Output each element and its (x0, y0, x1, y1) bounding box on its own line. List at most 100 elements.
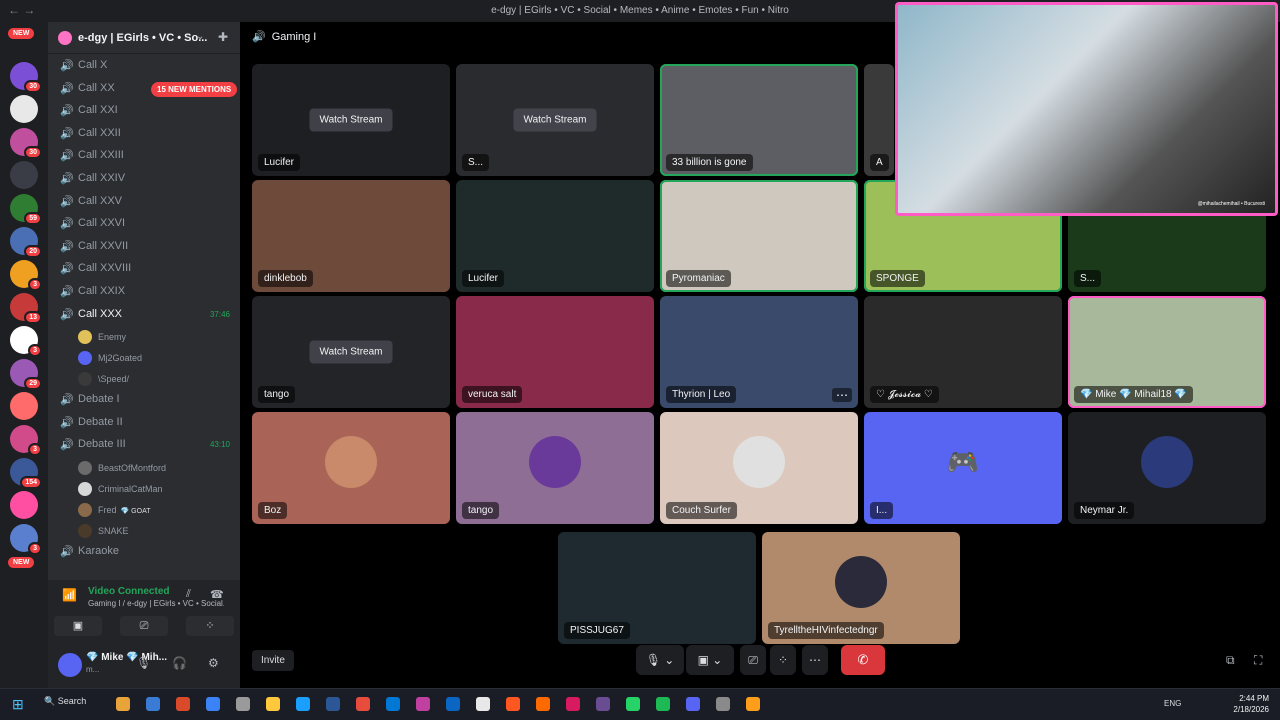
participant-tile[interactable]: Thyrion | Leo ⋯ (660, 296, 858, 408)
voice-member[interactable]: Mj2Goated (78, 348, 228, 368)
camera-button[interactable]: ▣ (54, 616, 102, 636)
taskbar-app-icon[interactable] (326, 697, 340, 711)
taskbar-app-icon[interactable] (296, 697, 310, 711)
voice-member[interactable]: Enemy (78, 327, 228, 347)
taskbar-app-icon[interactable] (746, 697, 760, 711)
taskbar-app-icon[interactable] (116, 697, 130, 711)
microphone-toggle[interactable]: 🎙 ⌄ (636, 645, 684, 675)
server-icon[interactable] (10, 491, 38, 519)
voice-status[interactable]: Video Connected (88, 586, 170, 597)
participant-tile[interactable]: Boz (252, 412, 450, 524)
participant-tile[interactable]: ♡ 𝓙𝓮𝓼𝓼𝓲𝓬𝓪 ♡ (864, 296, 1062, 408)
participant-tile[interactable]: Watch Stream S... (456, 64, 654, 176)
screen-share-button[interactable]: ⎚ (120, 616, 168, 636)
username[interactable]: 💎 Mike 💎 Mih... (86, 652, 167, 663)
voice-channel[interactable]: 🔊 Call XXVIII (56, 259, 234, 279)
voice-channel[interactable]: 🔊 Debate III 43:10 (56, 435, 234, 455)
language-indicator[interactable]: ENG (1164, 699, 1181, 708)
server-icon[interactable]: 59 (10, 194, 42, 225)
taskbar-app-icon[interactable] (206, 697, 220, 711)
signal-icon[interactable]: 📶 (62, 588, 77, 602)
taskbar-app-icon[interactable] (536, 697, 550, 711)
voice-member[interactable]: SNAKE (78, 521, 228, 541)
participant-tile[interactable]: Pyromaniac (660, 180, 858, 292)
server-icon[interactable] (10, 95, 38, 123)
watch-stream-button[interactable]: Watch Stream (309, 340, 393, 364)
taskbar-app-icon[interactable] (146, 697, 160, 711)
fullscreen-icon[interactable]: ⛶ (1254, 653, 1262, 668)
server-icon[interactable]: 29 (10, 359, 42, 390)
taskbar-app-icon[interactable] (356, 697, 370, 711)
voice-member[interactable]: BeastOfMontford (78, 458, 228, 478)
voice-channel-karaoke[interactable]: 🔊 Karaoke (56, 542, 234, 562)
voice-channel[interactable]: 🔊 Call XXX 37:46 (56, 305, 234, 325)
settings-gear-icon[interactable]: ⚙ (208, 656, 219, 670)
server-name[interactable]: e-dgy | EGirls • VC • So... (78, 32, 207, 44)
server-icon[interactable]: 20 (10, 227, 42, 258)
voice-channel[interactable]: 🔊 Call XXV (56, 192, 234, 212)
participant-tile[interactable]: Watch Stream Lucifer (252, 64, 450, 176)
voice-member[interactable]: \Speed/ (78, 369, 228, 389)
server-icon[interactable]: 3 (10, 425, 42, 456)
add-member-icon[interactable]: ✚ (218, 30, 228, 44)
voice-channel[interactable]: 🔊 Call XXI (56, 101, 234, 121)
screen-share-icon[interactable]: ⎚ (740, 645, 766, 675)
taskbar-search[interactable]: 🔍 Search (44, 696, 86, 707)
participant-tile[interactable]: Neymar Jr. (1068, 412, 1266, 524)
activities-icon[interactable]: ⁘ (770, 645, 796, 675)
voice-channel[interactable]: 🔊 Call X (56, 56, 234, 76)
taskbar-app-icon[interactable] (416, 697, 430, 711)
participant-tile[interactable]: 33 billion is gone (660, 64, 858, 176)
server-icon[interactable]: 30 (10, 128, 42, 159)
taskbar-app-icon[interactable] (176, 697, 190, 711)
server-icon[interactable]: 13 (10, 293, 42, 324)
noise-suppression-icon[interactable]: ⫽ (186, 588, 191, 601)
server-icon[interactable]: 3 (10, 326, 42, 357)
voice-channel[interactable]: 🔊 Debate I (56, 390, 234, 410)
server-icon[interactable]: 30 (10, 62, 42, 93)
popout-icon[interactable]: ⧉ (1226, 653, 1235, 668)
headphones-icon[interactable]: 🎧 (172, 656, 187, 670)
camera-toggle[interactable]: ▣ ⌄ (686, 645, 734, 675)
participant-tile[interactable]: 🎮 I... (864, 412, 1062, 524)
taskbar-app-icon[interactable] (506, 697, 520, 711)
avatar[interactable] (58, 653, 82, 677)
taskbar-app-icon[interactable] (656, 697, 670, 711)
microphone-icon[interactable]: 🎙 (136, 656, 151, 670)
watch-stream-button[interactable]: Watch Stream (309, 108, 393, 132)
taskbar-app-icon[interactable] (596, 697, 610, 711)
voice-member[interactable]: Fred 💎 GOAT (78, 500, 228, 520)
participant-tile[interactable]: 💎 Mike 💎 Mihail18 💎 (1068, 296, 1266, 408)
voice-channel[interactable]: 🔊 Call XXII (56, 124, 234, 144)
participant-tile[interactable]: Lucifer (456, 180, 654, 292)
more-options-icon[interactable]: ⋯ (802, 645, 828, 675)
taskbar-app-icon[interactable] (236, 697, 250, 711)
taskbar-clock[interactable]: 2:44 PM 2/18/2026 (1225, 693, 1269, 715)
hang-up-button[interactable]: ✆ (841, 645, 885, 675)
disconnect-icon[interactable]: ☎ (210, 588, 224, 601)
invite-button[interactable]: Invite (252, 650, 294, 671)
activities-button[interactable]: ⁘ (186, 616, 234, 636)
taskbar-app-icon[interactable] (716, 697, 730, 711)
taskbar-app-icon[interactable] (266, 697, 280, 711)
new-unread-pill-bottom[interactable]: NEW (8, 557, 35, 568)
voice-channel[interactable]: 🔊 Call XXIX (56, 282, 234, 302)
chevron-down-icon[interactable]: ⌄ (196, 31, 204, 42)
watch-stream-button[interactable]: Watch Stream (513, 108, 597, 132)
participant-tile[interactable]: PISSJUG67 (558, 532, 756, 644)
participant-tile[interactable]: tango (456, 412, 654, 524)
voice-channel[interactable]: 🔊 Call XXIII (56, 146, 234, 166)
server-icon[interactable]: 3 (10, 524, 42, 555)
voice-channel-path[interactable]: Gaming I / e-dgy | EGirls • VC • Social.… (88, 599, 224, 608)
voice-member[interactable]: CriminalCatMan (78, 479, 228, 499)
taskbar-app-icon[interactable] (566, 697, 580, 711)
participant-tile[interactable]: veruca salt (456, 296, 654, 408)
server-icon[interactable] (10, 161, 38, 189)
taskbar-app-icon[interactable] (626, 697, 640, 711)
taskbar-app-icon[interactable] (686, 697, 700, 711)
voice-channel[interactable]: 🔊 Call XXVI (56, 214, 234, 234)
voice-channel[interactable]: 🔊 Debate II (56, 413, 234, 433)
taskbar-app-icon[interactable] (476, 697, 490, 711)
new-mentions-pill[interactable]: 15 NEW MENTIONS (151, 82, 238, 97)
popout-camera-overlay[interactable]: @mihailachemihail • Bucuresti (895, 2, 1278, 216)
